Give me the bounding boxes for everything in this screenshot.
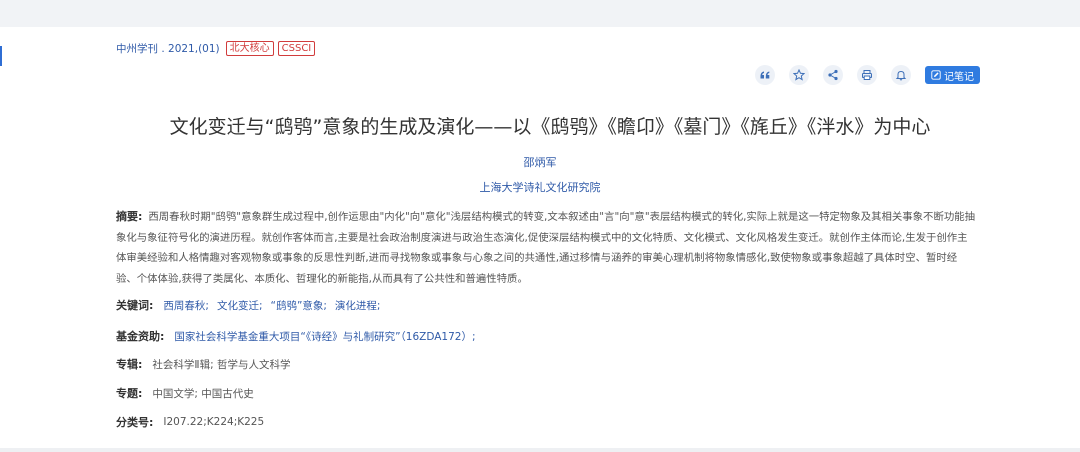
abstract-section: 摘要: 西周春秋时期"鸱鸮"意象群生成过程中,创作运思由"内化"向"意化"浅层结构… <box>116 207 976 289</box>
keywords-label: 关键词: <box>116 299 154 312</box>
left-active-marker <box>0 46 2 66</box>
take-note-label: 记笔记 <box>944 71 974 83</box>
topic-value: 中国文学; 中国古代史 <box>152 387 254 400</box>
series-label: 专辑: <box>116 358 143 371</box>
abstract-text: 西周春秋时期"鸱鸮"意象群生成过程中,创作运思由"内化"向"意化"浅层结构模式的… <box>116 211 976 285</box>
top-bar <box>0 0 1080 27</box>
abstract-label: 摘要: <box>116 210 143 223</box>
quote-icon <box>760 71 770 79</box>
article-title: 文化变迁与“鸱鸮”意象的生成及演化——以《鸱鸮》《瞻卬》《墓门》《旄丘》《泮水》… <box>169 116 931 138</box>
favorite-button[interactable] <box>789 65 809 85</box>
topic-label: 专题: <box>116 387 143 400</box>
keyword-link[interactable]: “鸱鸮”意象; <box>271 298 327 313</box>
series-value: 社会科学Ⅱ辑; 哲学与人文科学 <box>152 358 291 371</box>
classification-value: I207.22;K224;K225 <box>163 416 265 428</box>
badge-cssci: CSSCI <box>277 40 316 56</box>
take-note-button[interactable]: 记笔记 <box>925 66 980 84</box>
topic-row: 专题: 中国文学; 中国古代史 <box>116 384 254 402</box>
organization-link[interactable]: 上海大学诗礼文化研究院 <box>0 179 1080 195</box>
share-button[interactable] <box>823 65 843 85</box>
share-icon <box>828 69 838 81</box>
keyword-link[interactable]: 文化变迁; <box>217 298 263 313</box>
bell-icon <box>895 70 907 81</box>
keyword-link[interactable]: 演化进程; <box>335 298 381 313</box>
print-icon <box>862 70 872 80</box>
star-icon <box>793 69 805 81</box>
keyword-link[interactable]: 西周春秋; <box>163 298 209 313</box>
subscribe-button[interactable] <box>891 65 911 85</box>
fund-label: 基金资助: <box>116 330 165 343</box>
classification-row: 分类号: I207.22;K224;K225 <box>116 413 264 431</box>
article-toolbar: 记笔记 <box>755 64 980 86</box>
fund-row: 基金资助: 国家社会科学基金重大项目“《诗经》与礼制研究”（16ZDA172）; <box>116 327 476 345</box>
fund-link[interactable]: 国家社会科学基金重大项目“《诗经》与礼制研究”（16ZDA172）; <box>174 329 475 344</box>
classification-label: 分类号: <box>116 416 154 429</box>
source-line: 中州学刊 . 2021,(01) 北大核心 CSSCI <box>116 40 316 56</box>
author-link[interactable]: 邵炳军 <box>0 154 1080 170</box>
quote-button[interactable] <box>755 65 775 85</box>
badge-pku-core: 北大核心 <box>225 40 274 56</box>
keywords-row: 关键词: 西周春秋; 文化变迁; “鸱鸮”意象; 演化进程; <box>116 296 388 314</box>
bottom-divider <box>0 448 1080 452</box>
print-button[interactable] <box>857 65 877 85</box>
organization-name[interactable]: 上海大学诗礼文化研究院 <box>480 181 601 194</box>
series-row: 专辑: 社会科学Ⅱ辑; 哲学与人文科学 <box>116 355 290 373</box>
journal-link[interactable]: 中州学刊 . 2021,(01) <box>116 41 220 56</box>
pencil-icon <box>931 70 941 80</box>
author-name[interactable]: 邵炳军 <box>524 156 557 169</box>
